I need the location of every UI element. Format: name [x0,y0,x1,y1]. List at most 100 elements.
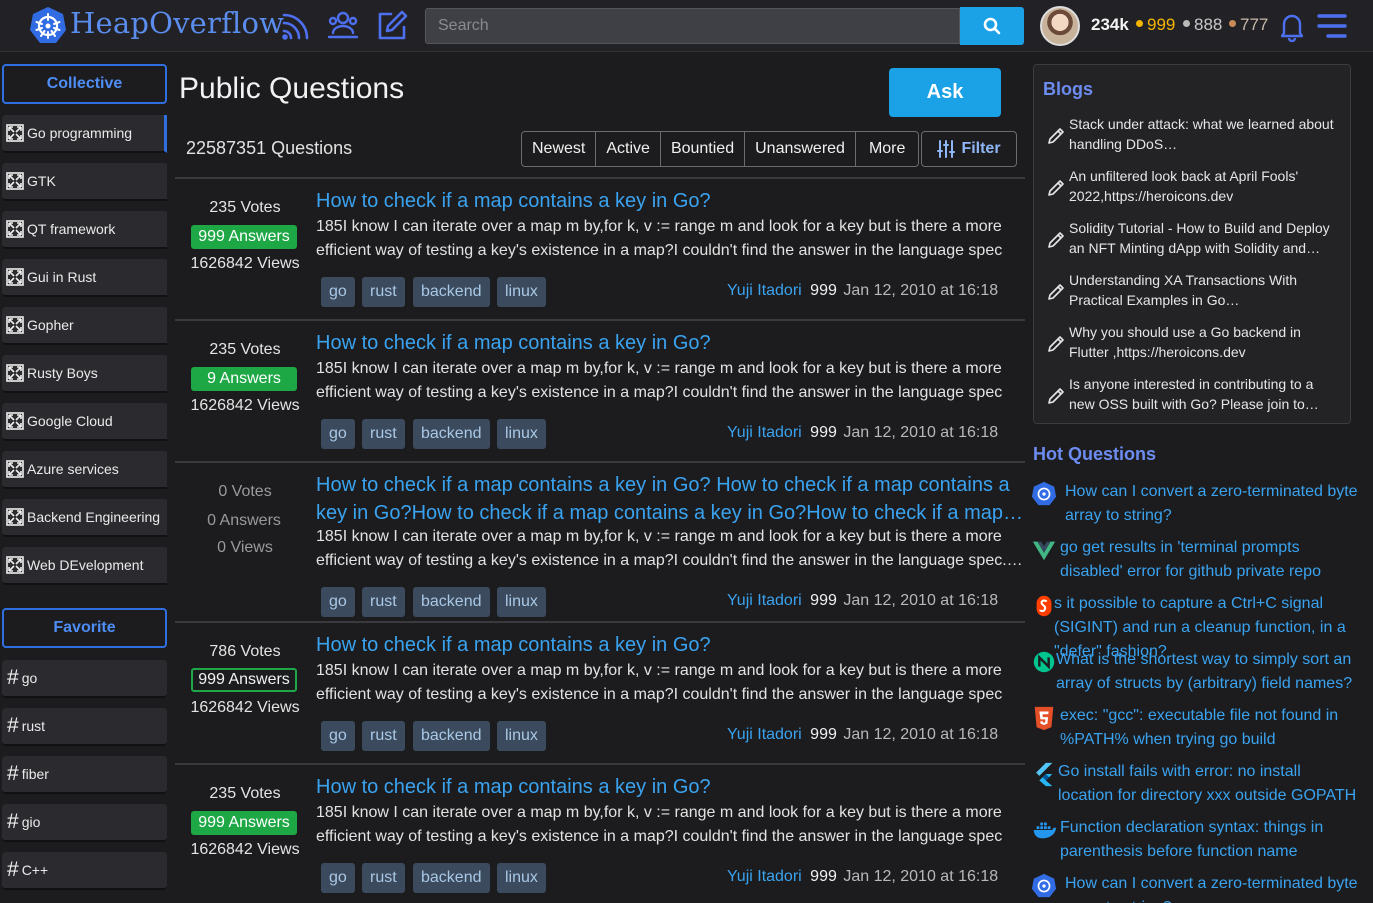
question-tag[interactable]: backend [413,277,490,307]
sidebar-item-label: go [21,670,38,686]
question-row: 235 Votes 999 Answers 1626842 Views How to … [175,177,1025,319]
question-title-link[interactable]: How to check if a map contains a key in … [316,187,1026,215]
kubernetes-logo-icon[interactable] [28,6,68,46]
blog-post-link[interactable]: An unfiltered look back at April Fools' … [1034,166,1344,210]
question-tag[interactable]: linux [497,587,546,617]
author-link[interactable]: Yuji Itadori [727,424,802,441]
question-row: 786 Votes 999 Answers 1626842 Views How to … [175,621,1025,763]
hot-question-item[interactable]: How can I convert a zero-terminated byte… [1030,480,1370,530]
sidebar-item-favorite-tag[interactable]: # gio [2,804,167,842]
question-tag[interactable]: rust [362,721,405,751]
hot-question-link[interactable]: go get results in 'terminal prompts disa… [1060,536,1360,584]
hamburger-menu-icon[interactable] [1316,10,1348,42]
filter-button[interactable]: Filter [921,131,1017,167]
question-tag[interactable]: go [321,721,355,751]
view-count: 1626842 Views [190,397,300,414]
sidebar-item-collective[interactable]: Rusty Boys [2,355,167,393]
hot-question-item[interactable]: Function declaration syntax: things in p… [1030,816,1370,866]
expand-arrows-icon [6,124,24,142]
tab-unanswered[interactable]: Unanswered [745,132,856,166]
tab-newest[interactable]: Newest [522,132,597,166]
top-bar: HeapOverflow 234k 999 888 777 [0,0,1373,52]
sidebar-item-collective[interactable]: Google Cloud [2,403,167,441]
question-tag[interactable]: backend [413,721,490,751]
question-title-link[interactable]: How to check if a map contains a key in … [316,773,1026,801]
kubernetes-icon [1030,480,1058,508]
sidebar-item-collective[interactable]: GTK [2,163,167,201]
question-tag[interactable]: go [321,277,355,307]
blog-post-link[interactable]: Is anyone interested in contributing to … [1034,374,1344,418]
asked-date: Jan 12, 2010 at 16:18 [843,592,999,609]
question-title-link[interactable]: How to check if a map contains a key in … [316,471,1026,527]
search-button[interactable] [960,7,1024,45]
question-tag[interactable]: backend [413,419,490,449]
hot-question-link[interactable]: What is the shortest way to simply sort … [1056,648,1360,696]
search-input[interactable] [425,8,960,44]
question-row: 0 Votes 0 Answers 0 Views How to check if a… [175,461,1025,621]
brand-name[interactable]: HeapOverflow [70,6,284,40]
author-link[interactable]: Yuji Itadori [727,592,802,609]
question-tag[interactable]: go [321,587,355,617]
question-title-link[interactable]: How to check if a map contains a key in … [316,631,1026,659]
pencil-icon [1046,126,1066,146]
sidebar-item-collective[interactable]: Backend Engineering [2,499,167,537]
question-tag[interactable]: go [321,863,355,893]
answer-count: 0 Answers [207,512,281,529]
question-tag[interactable]: rust [362,419,405,449]
question-tag[interactable]: rust [362,587,405,617]
author-link[interactable]: Yuji Itadori [727,868,802,885]
hot-question-item[interactable]: Go install fails with error: no install … [1030,760,1370,810]
blog-post-link[interactable]: Why you should use a Go backend in Flutt… [1034,322,1344,366]
question-tag[interactable]: backend [413,863,490,893]
ask-question-button[interactable]: Ask [889,68,1001,117]
hot-question-link[interactable]: How can I convert a zero-terminated byte… [1065,872,1360,903]
pencil-icon [1048,180,1064,196]
silver-badge-icon [1183,20,1190,28]
sidebar-item-collective[interactable]: QT framework [2,211,167,249]
user-avatar[interactable] [1040,6,1080,46]
question-tag[interactable]: linux [497,863,546,893]
sidebar-item-favorite-tag[interactable]: # fiber [2,756,167,794]
question-tag[interactable]: linux [497,277,546,307]
edit-square-icon[interactable] [375,9,409,43]
question-tag[interactable]: linux [497,419,546,449]
hot-question-item[interactable]: How can I convert a zero-terminated byte… [1030,872,1370,903]
blog-post-link[interactable]: Understanding XA Transactions With Pract… [1034,270,1344,314]
sidebar-item-collective[interactable]: Gopher [2,307,167,345]
hot-question-link[interactable]: exec: "gcc": executable file not found i… [1060,704,1360,752]
tab-bountied[interactable]: Bountied [661,132,746,166]
rss-feed-icon[interactable] [279,9,313,43]
blog-post-link[interactable]: Solidity Tutorial - How to Build and Dep… [1034,218,1344,262]
sidebar-item-favorite-tag[interactable]: # rust [2,708,167,746]
sidebar-item-favorite-tag[interactable]: # C++ [2,852,167,890]
tab-more[interactable]: More [856,132,918,166]
question-tag[interactable]: rust [362,277,405,307]
question-meta: Yuji Itadori 999 Jan 12, 2010 at 16:18 [727,726,998,744]
sidebar-item-collective[interactable]: Gui in Rust [2,259,167,297]
hot-question-item[interactable]: What is the shortest way to simply sort … [1030,648,1370,698]
sidebar-item-favorite-tag[interactable]: # go [2,660,167,698]
hot-question-link[interactable]: Go install fails with error: no install … [1058,760,1360,808]
question-tag[interactable]: backend [413,587,490,617]
question-tag[interactable]: linux [497,721,546,751]
hot-question-link[interactable]: How can I convert a zero-terminated byte… [1065,480,1360,528]
hot-question-item[interactable]: go get results in 'terminal prompts disa… [1030,536,1370,586]
author-link[interactable]: Yuji Itadori [727,282,802,299]
users-icon[interactable] [326,9,360,43]
sidebar-item-collective[interactable]: Go programming [2,115,167,153]
expand-arrows-icon [6,556,24,574]
tab-active[interactable]: Active [596,132,661,166]
question-title-link[interactable]: How to check if a map contains a key in … [316,329,1026,357]
hot-question-item[interactable]: exec: "gcc": executable file not found i… [1030,704,1370,754]
sidebar-item-collective[interactable]: Azure services [2,451,167,489]
blog-post-link[interactable]: Stack under attack: what we learned abou… [1034,114,1344,158]
pencil-icon [1046,282,1066,302]
question-tag[interactable]: go [321,419,355,449]
hot-question-item[interactable]: s it possible to capture a Ctrl+C signal… [1030,592,1370,660]
hot-question-link[interactable]: Function declaration syntax: things in p… [1060,816,1360,864]
question-tag[interactable]: rust [362,863,405,893]
author-link[interactable]: Yuji Itadori [727,726,802,743]
asked-date: Jan 12, 2010 at 16:18 [843,726,999,743]
notification-bell-icon[interactable] [1276,10,1308,42]
sidebar-item-collective[interactable]: Web DEvelopment [2,547,167,585]
